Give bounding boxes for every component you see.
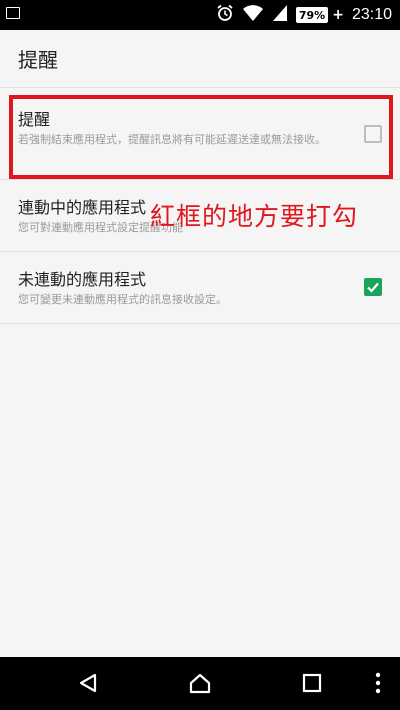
charging-icon: + — [332, 7, 344, 23]
signal-icon — [272, 4, 288, 26]
unlinked-apps-checkbox[interactable] — [364, 278, 382, 296]
wifi-icon — [242, 4, 264, 26]
status-icons: 79% + 23:10 — [216, 0, 392, 30]
home-icon[interactable] — [182, 667, 218, 699]
setting-item-notification[interactable]: 提醒 若強制結束應用程式，提醒訊息將有可能延遲送達或無法接收。 — [0, 88, 400, 180]
alarm-icon — [216, 4, 234, 26]
notification-checkbox[interactable] — [364, 125, 382, 143]
setting-title: 未連動的應用程式 — [18, 270, 147, 289]
recents-icon[interactable] — [294, 667, 330, 699]
setting-item-unlinked-apps[interactable]: 未連動的應用程式 您可變更未連動應用程式的訊息接收設定。 — [0, 252, 400, 324]
setting-summary: 您可變更未連動應用程式的訊息接收設定。 — [18, 293, 227, 306]
back-icon[interactable] — [70, 667, 106, 699]
setting-summary: 若強制結束應用程式，提醒訊息將有可能延遲送達或無法接收。 — [18, 133, 326, 146]
image-icon — [6, 7, 20, 19]
setting-title: 提醒 — [18, 110, 51, 129]
status-bar: 79% + 23:10 — [0, 0, 400, 30]
setting-title: 連動中的應用程式 — [18, 198, 147, 217]
app-bar: 提醒 — [0, 30, 400, 88]
more-icon[interactable] — [360, 667, 396, 699]
checkmark-icon — [367, 282, 379, 293]
battery-indicator: 79% — [295, 7, 329, 23]
page-title: 提醒 — [18, 48, 58, 72]
annotation-text: 紅框的地方要打勾 — [150, 202, 359, 231]
navigation-bar — [0, 657, 400, 710]
status-time: 23:10 — [351, 6, 392, 23]
